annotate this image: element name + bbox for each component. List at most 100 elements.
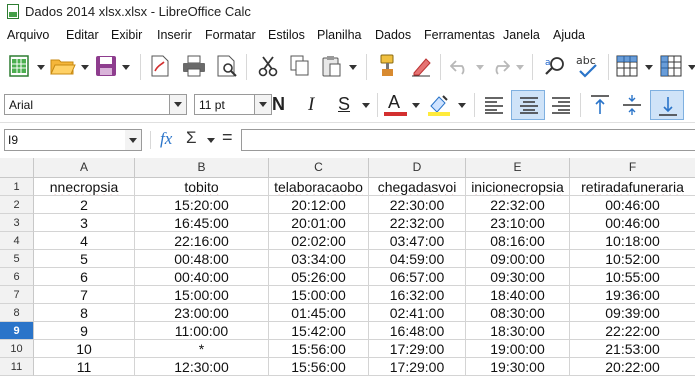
cell[interactable]: 9 <box>34 322 135 340</box>
cell[interactable]: 19:00:00 <box>466 340 570 358</box>
copy-icon[interactable] <box>290 55 310 77</box>
align-top-icon[interactable] <box>590 94 610 116</box>
sum-dropdown-icon[interactable] <box>207 138 215 143</box>
column-header-e[interactable]: E <box>466 158 570 177</box>
open-folder-icon[interactable] <box>50 56 76 76</box>
cell[interactable]: 02:02:00 <box>269 232 369 250</box>
cell[interactable]: 23:10:00 <box>466 214 570 232</box>
cell[interactable]: 22:32:00 <box>369 214 466 232</box>
row-header[interactable]: 2 <box>0 196 34 214</box>
cell[interactable]: 22:30:00 <box>369 196 466 214</box>
redo-dropdown-icon[interactable] <box>516 65 524 70</box>
cell[interactable]: 08:16:00 <box>466 232 570 250</box>
align-left-icon[interactable] <box>484 96 504 114</box>
center-vertically-icon[interactable] <box>622 94 642 116</box>
paste-icon[interactable] <box>322 55 342 77</box>
font-color-dropdown-icon[interactable] <box>412 103 420 108</box>
row-dropdown-icon[interactable] <box>645 65 653 70</box>
select-all-corner[interactable] <box>0 158 34 177</box>
column-icon[interactable] <box>660 55 682 77</box>
cell[interactable]: 00:48:00 <box>135 250 269 268</box>
name-box-dropdown[interactable] <box>125 130 141 150</box>
cell[interactable]: 16:32:00 <box>369 286 466 304</box>
cell[interactable]: 4 <box>34 232 135 250</box>
column-header-d[interactable]: D <box>369 158 466 177</box>
cell[interactable]: nnecropsia <box>34 178 135 196</box>
row-header[interactable]: 7 <box>0 286 34 304</box>
print-icon[interactable] <box>182 55 206 77</box>
cell[interactable]: 00:46:00 <box>570 196 695 214</box>
cell[interactable]: 02:41:00 <box>369 304 466 322</box>
cell[interactable]: 3 <box>34 214 135 232</box>
highlighting-dropdown-icon[interactable] <box>458 103 466 108</box>
name-box[interactable]: I9 <box>4 129 142 151</box>
cell[interactable]: 05:26:00 <box>269 268 369 286</box>
cell[interactable]: * <box>135 340 269 358</box>
sum-button[interactable]: Σ <box>186 128 197 148</box>
cell[interactable]: 00:40:00 <box>135 268 269 286</box>
cell[interactable]: 11 <box>34 358 135 376</box>
font-color-button[interactable]: A <box>388 92 400 113</box>
cell[interactable]: 03:34:00 <box>269 250 369 268</box>
cell[interactable]: 15:56:00 <box>269 340 369 358</box>
cell[interactable]: 20:01:00 <box>269 214 369 232</box>
cell[interactable]: 16:45:00 <box>135 214 269 232</box>
row-header-selected[interactable]: 9 <box>0 322 34 340</box>
column-header-f[interactable]: F <box>570 158 695 177</box>
new-spreadsheet-icon[interactable] <box>9 55 29 77</box>
cell[interactable]: 03:47:00 <box>369 232 466 250</box>
clear-formatting-icon[interactable] <box>410 55 432 77</box>
row-header[interactable]: 3 <box>0 214 34 232</box>
clone-formatting-icon[interactable] <box>377 54 397 78</box>
function-wizard-button[interactable]: fx <box>160 129 172 149</box>
cell[interactable]: 10:55:00 <box>570 268 695 286</box>
column-header-b[interactable]: B <box>135 158 269 177</box>
underline-dropdown-icon[interactable] <box>362 103 370 108</box>
cut-icon[interactable] <box>257 55 279 77</box>
cell[interactable]: 08:30:00 <box>466 304 570 322</box>
cell[interactable]: 20:22:00 <box>570 358 695 376</box>
bold-button[interactable]: N <box>272 94 285 115</box>
cell[interactable]: 17:29:00 <box>369 340 466 358</box>
cell[interactable]: 22:16:00 <box>135 232 269 250</box>
cell[interactable]: 12:30:00 <box>135 358 269 376</box>
row-header[interactable]: 5 <box>0 250 34 268</box>
cell[interactable]: telaboracaobo <box>269 178 369 196</box>
menu-dados[interactable]: Dados <box>375 28 411 42</box>
row-header[interactable]: 1 <box>0 178 34 196</box>
column-header-a[interactable]: A <box>34 158 135 177</box>
cell[interactable]: 01:45:00 <box>269 304 369 322</box>
menu-ajuda[interactable]: Ajuda <box>553 28 585 42</box>
undo-dropdown-icon[interactable] <box>476 65 484 70</box>
cell[interactable]: 06:57:00 <box>369 268 466 286</box>
formula-equals-button[interactable]: = <box>222 127 233 148</box>
align-bottom-button[interactable] <box>650 90 684 120</box>
cell[interactable]: 19:30:00 <box>466 358 570 376</box>
paste-dropdown-icon[interactable] <box>349 65 357 70</box>
menu-inserir[interactable]: Inserir <box>157 28 192 42</box>
cell[interactable]: 21:53:00 <box>570 340 695 358</box>
cell[interactable]: 15:20:00 <box>135 196 269 214</box>
cell[interactable]: 8 <box>34 304 135 322</box>
spelling-icon[interactable]: abc <box>575 53 603 79</box>
menu-formatar[interactable]: Formatar <box>205 28 256 42</box>
menu-editar[interactable]: Editar <box>66 28 99 42</box>
menu-janela[interactable]: Janela <box>503 28 540 42</box>
cell[interactable]: 10:18:00 <box>570 232 695 250</box>
cell[interactable]: 15:00:00 <box>269 286 369 304</box>
italic-button[interactable]: I <box>308 94 314 116</box>
cell[interactable]: tobito <box>135 178 269 196</box>
cell[interactable]: 7 <box>34 286 135 304</box>
cell[interactable]: 19:36:00 <box>570 286 695 304</box>
underline-button[interactable]: S <box>338 94 350 115</box>
font-size-dropdown[interactable] <box>254 95 271 114</box>
cell[interactable]: 17:29:00 <box>369 358 466 376</box>
row-header[interactable]: 11 <box>0 358 34 376</box>
font-name-box[interactable]: Arial <box>4 94 187 115</box>
find-replace-icon[interactable]: a <box>543 55 567 77</box>
menu-planilha[interactable]: Planilha <box>317 28 361 42</box>
cell[interactable]: 20:12:00 <box>269 196 369 214</box>
menu-ferramentas[interactable]: Ferramentas <box>424 28 495 42</box>
cell[interactable]: 15:00:00 <box>135 286 269 304</box>
column-header-c[interactable]: C <box>269 158 369 177</box>
